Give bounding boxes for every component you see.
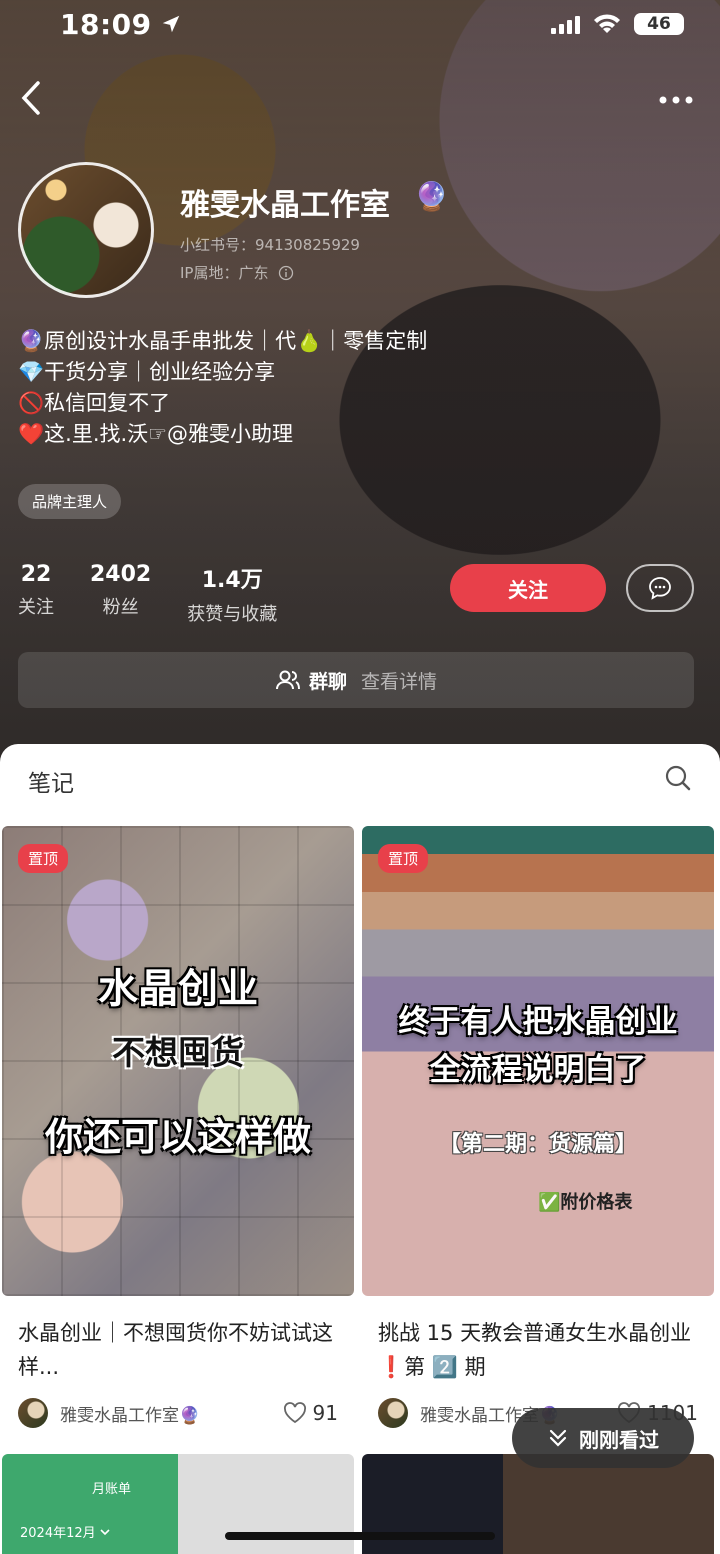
like-count: 91 [312, 1401, 338, 1425]
cover-subtitle: 【第二期：货源篇】 [438, 1132, 637, 1157]
notes-header: 笔记 [0, 744, 720, 818]
crystal-ball-icon: 🔮 [414, 180, 449, 213]
status-time: 18:09 [60, 7, 152, 41]
stat-label: 粉丝 [102, 597, 139, 618]
brand-owner-tag[interactable]: 品牌主理人 [18, 484, 122, 519]
stat-number: 22 [20, 562, 52, 587]
group-icon [275, 670, 300, 690]
cover-text: 不想囤货 [112, 1033, 244, 1072]
stat-likes-collects[interactable]: 1.4万 获赞与收藏 [187, 562, 277, 626]
pinned-badge: 置顶 [18, 844, 69, 873]
pinned-badge: 置顶 [378, 844, 429, 873]
avatar[interactable] [18, 162, 154, 298]
cover-text: 水晶创业 [98, 966, 258, 1012]
more-button[interactable] [658, 78, 694, 113]
tab-notes[interactable]: 笔记 [28, 764, 74, 798]
bio-line[interactable]: ❤️这.里.找.沃☞@雅雯小助理 [18, 419, 427, 450]
note-title: 水晶创业｜不想囤货你不妨试试这样... [18, 1321, 333, 1379]
author-name[interactable]: 雅雯水晶工作室🔮 [60, 1401, 200, 1426]
author-avatar[interactable] [18, 1398, 48, 1428]
author-avatar[interactable] [378, 1398, 408, 1428]
recently-viewed-button[interactable]: 刚刚看过 [512, 1408, 694, 1468]
back-icon [21, 81, 40, 115]
follow-button[interactable]: 关注 [450, 564, 606, 612]
stat-number: 1.4万 [201, 568, 263, 593]
search-icon [665, 765, 691, 791]
month-bill-tab: 月账单 [92, 1482, 132, 1497]
bio-line: 🚫私信回复不了 [18, 391, 171, 415]
top-nav [0, 78, 720, 122]
note-title: 挑战 15 天教会普通女生水晶创业❗️第 2️⃣ 期 [378, 1321, 692, 1379]
stat-number: 2402 [90, 562, 152, 587]
more-icon [659, 96, 693, 104]
group-chat-bar[interactable]: 群聊 查看详情 [18, 652, 694, 708]
stat-following[interactable]: 22 关注 [18, 562, 54, 626]
cover-text: 你还可以这样做 [44, 1115, 311, 1159]
note-card[interactable]: 置顶 终于有人把水晶创业 全流程说明白了 【第二期：货源篇】 ✅附价格表 挑战 … [362, 826, 714, 1428]
red-id[interactable]: 小红书号：94130825929 [180, 234, 360, 255]
bio-line: 🔮原创设计水晶手串批发｜代🍐｜零售定制 [18, 329, 428, 353]
profile-name: 雅雯水晶工作室 [180, 188, 390, 223]
info-icon [279, 265, 294, 280]
note-cover: 置顶 水晶创业 不想囤货 你还可以这样做 [2, 826, 354, 1296]
battery-indicator: 46 [634, 13, 684, 35]
search-button[interactable] [664, 764, 692, 796]
recently-viewed-label: 刚刚看过 [579, 1427, 659, 1452]
group-chat-detail: 查看详情 [361, 670, 438, 693]
chevron-down-icon [100, 1528, 110, 1535]
profile-stats: 22 关注 2402 粉丝 1.4万 获赞与收藏 [18, 562, 277, 626]
stat-label: 关注 [18, 597, 54, 618]
cover-text: 全流程说明白了 [429, 1052, 647, 1088]
ip-location: IP属地：广东 [180, 264, 269, 282]
note-footer: 雅雯水晶工作室🔮 91 [2, 1388, 354, 1428]
location-arrow-icon [162, 15, 179, 33]
signal-icon [551, 14, 580, 34]
price-list-badge: ✅附价格表 [538, 1192, 633, 1213]
note-cover: 置顶 终于有人把水晶创业 全流程说明白了 【第二期：货源篇】 ✅附价格表 [362, 826, 714, 1296]
stat-followers[interactable]: 2402 粉丝 [90, 562, 151, 626]
like-button[interactable]: 91 [283, 1401, 338, 1425]
bill-date-text: 2024年12月 [20, 1526, 96, 1541]
cover-text: 终于有人把水晶创业 [398, 1004, 678, 1040]
group-chat-title: 群聊 [308, 670, 347, 693]
message-icon [649, 577, 671, 600]
note-card[interactable]: 置顶 水晶创业 不想囤货 你还可以这样做 水晶创业｜不想囤货你不妨试试这样...… [2, 826, 354, 1428]
home-indicator[interactable] [225, 1532, 495, 1540]
heart-icon [283, 1402, 306, 1424]
ip-location-row[interactable]: IP属地：广东 [180, 262, 294, 283]
stat-label: 获赞与收藏 [187, 604, 278, 625]
wifi-icon [594, 14, 620, 33]
status-bar: 18:09 46 [0, 0, 720, 48]
bill-date: 2024年12月 [20, 1522, 110, 1541]
bio-line: 💎干货分享｜创业经验分享 [18, 360, 276, 384]
message-button[interactable] [626, 564, 694, 612]
double-chevron-down-icon [549, 1429, 567, 1447]
profile-bio: 🔮原创设计水晶手串批发｜代🍐｜零售定制 💎干货分享｜创业经验分享 🚫私信回复不了… [18, 326, 427, 450]
back-button[interactable] [20, 80, 42, 123]
